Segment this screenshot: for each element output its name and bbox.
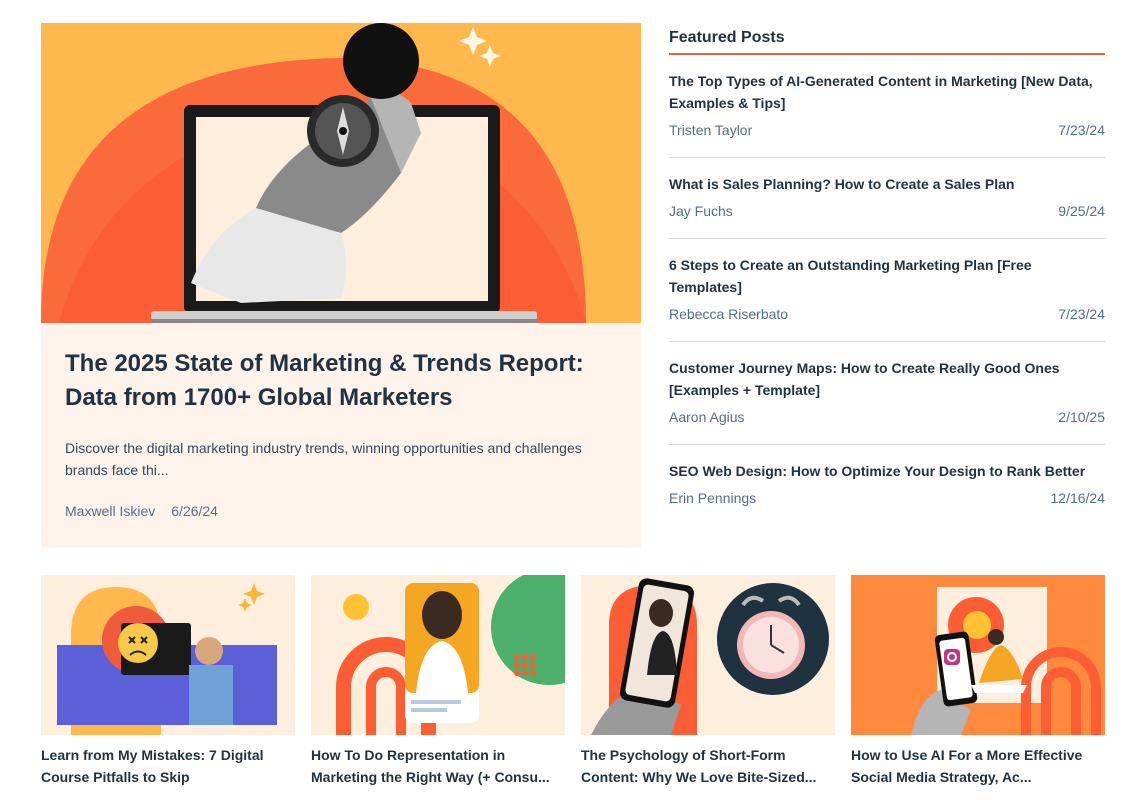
featured-item[interactable]: SEO Web Design: How to Optimize Your Des… — [669, 445, 1105, 525]
featured-item[interactable]: 6 Steps to Create an Outstanding Marketi… — [669, 239, 1105, 342]
hero-meta: Maxwell Iskiev 6/26/24 — [65, 503, 218, 519]
social-media-phone-icon — [851, 575, 1105, 735]
featured-item-title[interactable]: Customer Journey Maps: How to Create Rea… — [669, 357, 1105, 401]
article-cards: Learn from My Mistakes: 7 Digital Course… — [41, 575, 1105, 788]
sad-face-laptop-icon — [41, 575, 295, 735]
featured-item-title[interactable]: What is Sales Planning? How to Create a … — [669, 173, 1105, 195]
featured-item-date: 7/23/24 — [1058, 122, 1105, 138]
card-image[interactable] — [311, 575, 565, 735]
featured-item-title[interactable]: 6 Steps to Create an Outstanding Marketi… — [669, 254, 1105, 298]
hero-date: 6/26/24 — [171, 503, 218, 519]
hero-author[interactable]: Maxwell Iskiev — [65, 503, 155, 519]
featured-item-author[interactable]: Jay Fuchs — [669, 203, 733, 219]
article-card[interactable]: Learn from My Mistakes: 7 Digital Course… — [41, 575, 295, 788]
card-image[interactable] — [851, 575, 1105, 735]
card-title[interactable]: Learn from My Mistakes: 7 Digital Course… — [41, 744, 295, 788]
featured-posts: Featured Posts The Top Types of AI-Gener… — [669, 23, 1105, 525]
featured-item-date: 7/23/24 — [1058, 306, 1105, 322]
card-image[interactable] — [41, 575, 295, 735]
card-title[interactable]: The Psychology of Short-Form Content: Wh… — [581, 744, 835, 788]
headphones-woman-icon — [311, 575, 565, 735]
hero-title[interactable]: The 2025 State of Marketing & Trends Rep… — [65, 347, 621, 415]
featured-item[interactable]: Customer Journey Maps: How to Create Rea… — [669, 342, 1105, 445]
phone-alarm-clock-icon — [581, 575, 835, 735]
featured-item-date: 2/10/25 — [1058, 409, 1105, 425]
featured-item-author[interactable]: Rebecca Riserbato — [669, 306, 788, 322]
featured-item-date: 12/16/24 — [1050, 490, 1106, 506]
hero-image[interactable] — [41, 23, 641, 323]
featured-item-author[interactable]: Erin Pennings — [669, 490, 756, 506]
featured-item-author[interactable]: Aaron Agius — [669, 409, 745, 425]
featured-item-title[interactable]: SEO Web Design: How to Optimize Your Des… — [669, 460, 1105, 482]
hero-description: Discover the digital marketing industry … — [65, 440, 582, 478]
featured-item-date: 9/25/24 — [1058, 203, 1105, 219]
compass-laptop-icon — [41, 23, 641, 323]
featured-heading: Featured Posts — [669, 23, 1105, 55]
card-title[interactable]: How To Do Representation in Marketing th… — [311, 744, 565, 788]
hero-body: The 2025 State of Marketing & Trends Rep… — [65, 347, 621, 481]
card-title[interactable]: How to Use AI For a More Effective Socia… — [851, 744, 1105, 788]
featured-item-title[interactable]: The Top Types of AI-Generated Content in… — [669, 70, 1105, 114]
article-card[interactable]: The Psychology of Short-Form Content: Wh… — [581, 575, 835, 788]
card-image[interactable] — [581, 575, 835, 735]
featured-item[interactable]: The Top Types of AI-Generated Content in… — [669, 55, 1105, 158]
featured-item-author[interactable]: Tristen Taylor — [669, 122, 752, 138]
article-card[interactable]: How To Do Representation in Marketing th… — [311, 575, 565, 788]
hero-article[interactable]: The 2025 State of Marketing & Trends Rep… — [41, 23, 641, 547]
featured-item[interactable]: What is Sales Planning? How to Create a … — [669, 158, 1105, 239]
article-card[interactable]: How to Use AI For a More Effective Socia… — [851, 575, 1105, 788]
